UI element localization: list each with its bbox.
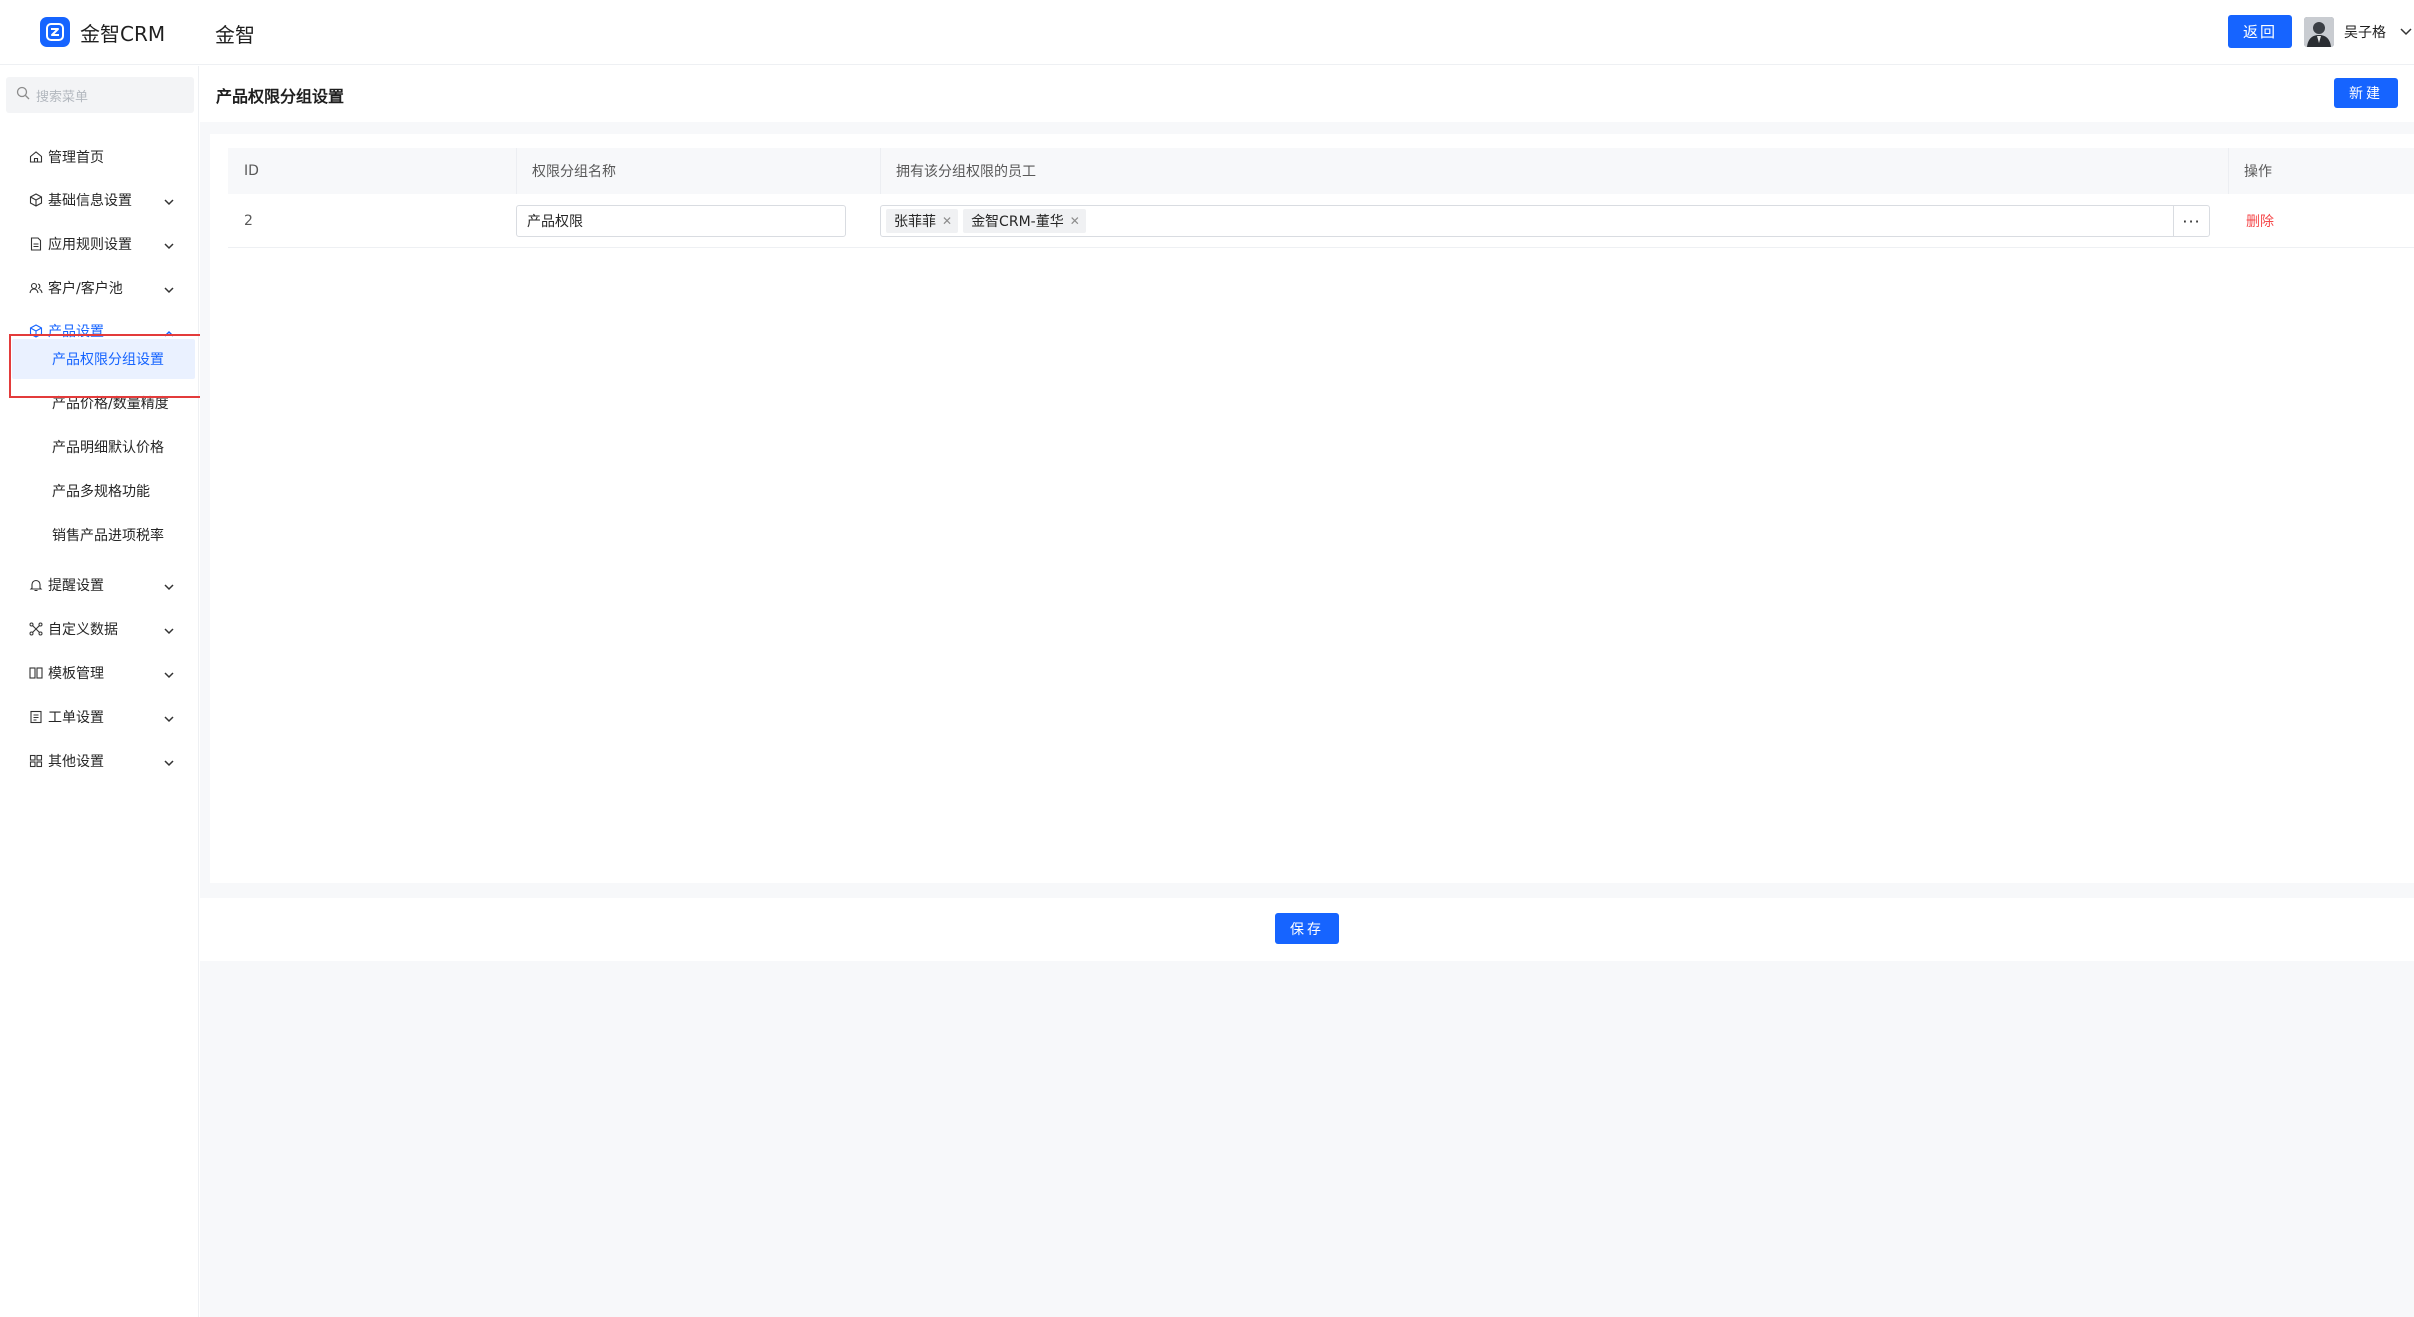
- custom-data-icon: [28, 621, 44, 637]
- column-header-id: ID: [244, 163, 259, 179]
- content-card: ID 权限分组名称 拥有该分组权限的员工 操作 2 产品权限 张菲菲 ✕ 金智C…: [210, 134, 2414, 883]
- sidebar-item-label: 应用规则设置: [48, 237, 132, 253]
- sidebar-item-label: 提醒设置: [48, 578, 104, 594]
- template-icon: [28, 665, 44, 681]
- chevron-down-icon: [164, 238, 174, 254]
- sidebar-item-tickets[interactable]: 工单设置: [0, 699, 199, 735]
- sidebar-item-label: 工单设置: [48, 710, 104, 726]
- group-name-value: 产品权限: [527, 214, 583, 230]
- sidebar-item-label: 产品设置: [48, 324, 104, 340]
- close-icon[interactable]: ✕: [942, 214, 952, 228]
- column-header-employees: 拥有该分组权限的员工: [896, 164, 1036, 180]
- page-titlebar: 产品权限分组设置 新建: [200, 66, 2414, 122]
- employee-select[interactable]: 张菲菲 ✕ 金智CRM-董华 ✕ ···: [880, 205, 2210, 237]
- sidebar-item-app-rules[interactable]: 应用规则设置: [0, 226, 199, 262]
- sidebar-subitem-input-tax-rate[interactable]: 销售产品进项税率: [0, 515, 199, 555]
- chevron-down-icon: [164, 579, 174, 595]
- chevron-down-icon: [164, 755, 174, 771]
- back-button[interactable]: 返回: [2228, 15, 2292, 48]
- bell-icon: [28, 577, 44, 593]
- org-name: 金智: [215, 23, 255, 47]
- sidebar-subitem-price-precision[interactable]: 产品价格/数量精度: [0, 383, 199, 423]
- employee-tag-label: 金智CRM-董华: [971, 214, 1064, 230]
- new-button[interactable]: 新建: [2334, 78, 2398, 108]
- sidebar-subitem-label: 产品多规格功能: [52, 484, 150, 500]
- user-menu[interactable]: 吴子格: [2304, 15, 2412, 48]
- delete-link[interactable]: 删除: [2246, 211, 2274, 231]
- top-header: 金智CRM 金智 返回 吴子格: [0, 0, 2414, 65]
- sidebar-item-reminders[interactable]: 提醒设置: [0, 567, 199, 603]
- sidebar-item-other-settings[interactable]: 其他设置: [0, 743, 199, 779]
- sidebar-subitem-product-permission-groups[interactable]: 产品权限分组设置: [12, 339, 195, 379]
- column-header-actions: 操作: [2244, 164, 2272, 180]
- sidebar-subitem-label: 产品价格/数量精度: [52, 396, 169, 412]
- document-icon: [28, 236, 44, 252]
- sidebar-subitem-multi-spec[interactable]: 产品多规格功能: [0, 471, 199, 511]
- actions-cell: 删除: [2246, 194, 2274, 248]
- more-options-button[interactable]: ···: [2173, 206, 2209, 236]
- user-name: 吴子格: [2344, 24, 2386, 41]
- sidebar-item-label: 其他设置: [48, 754, 104, 770]
- sidebar: 搜索菜单 管理首页 基础信息设置 应用规则设置 客户/客户池 产品设置 产品权限…: [0, 66, 199, 1317]
- sidebar-item-label: 管理首页: [48, 150, 104, 166]
- save-button[interactable]: 保存: [1275, 913, 1339, 944]
- chevron-down-icon: [164, 282, 174, 298]
- menu-search-input[interactable]: 搜索菜单: [6, 77, 194, 113]
- sidebar-item-templates[interactable]: 模板管理: [0, 655, 199, 691]
- sidebar-item-customers[interactable]: 客户/客户池: [0, 270, 199, 306]
- employee-tag: 金智CRM-董华 ✕: [963, 209, 1086, 233]
- table-header: ID 权限分组名称 拥有该分组权限的员工 操作: [228, 148, 2414, 194]
- sidebar-item-label: 自定义数据: [48, 622, 118, 638]
- sidebar-subitem-label: 产品权限分组设置: [52, 352, 164, 368]
- chevron-down-icon[interactable]: [2400, 24, 2412, 40]
- page-title: 产品权限分组设置: [216, 87, 345, 106]
- sidebar-item-label: 模板管理: [48, 666, 104, 682]
- table-row: 2 产品权限 张菲菲 ✕ 金智CRM-董华 ✕ ··· 删除: [228, 194, 2414, 248]
- sidebar-item-custom-data[interactable]: 自定义数据: [0, 611, 199, 647]
- chevron-down-icon: [164, 667, 174, 683]
- footer-bar: 保存: [200, 898, 2414, 961]
- permission-group-table: ID 权限分组名称 拥有该分组权限的员工 操作 2 产品权限 张菲菲 ✕ 金智C…: [228, 148, 2414, 248]
- close-icon[interactable]: ✕: [1070, 214, 1080, 228]
- sidebar-subitem-label: 产品明细默认价格: [52, 440, 164, 456]
- home-icon: [28, 149, 44, 165]
- row-id: 2: [244, 213, 253, 229]
- logo-text: 金智CRM: [80, 21, 166, 46]
- product-icon: [28, 323, 44, 339]
- ticket-icon: [28, 709, 44, 725]
- search-icon: [16, 86, 30, 104]
- sidebar-item-basic-info[interactable]: 基础信息设置: [0, 182, 199, 218]
- sidebar-item-label: 客户/客户池: [48, 281, 123, 297]
- employees-cell: 张菲菲 ✕ 金智CRM-董华 ✕ ···: [880, 194, 2210, 248]
- group-name-input[interactable]: 产品权限: [516, 205, 846, 237]
- sidebar-subitem-label: 销售产品进项税率: [52, 528, 164, 544]
- customers-icon: [28, 280, 44, 296]
- sidebar-item-home[interactable]: 管理首页: [0, 139, 199, 175]
- chevron-down-icon: [164, 711, 174, 727]
- sidebar-subitem-default-price[interactable]: 产品明细默认价格: [0, 427, 199, 467]
- chevron-down-icon: [164, 194, 174, 210]
- employee-tag: 张菲菲 ✕: [886, 209, 959, 233]
- search-placeholder: 搜索菜单: [36, 89, 89, 105]
- group-name-cell: 产品权限: [516, 194, 846, 248]
- chevron-down-icon: [164, 623, 174, 639]
- logo-icon: [40, 17, 70, 47]
- employee-tag-label: 张菲菲: [894, 214, 936, 230]
- cube-icon: [28, 192, 44, 208]
- avatar: [2304, 16, 2334, 47]
- grid-icon: [28, 753, 44, 769]
- column-header-group-name: 权限分组名称: [532, 164, 616, 180]
- app-logo[interactable]: 金智CRM: [40, 17, 165, 47]
- main-content: 产品权限分组设置 新建 ID 权限分组名称 拥有该分组权限的员工 操作 2 产品…: [200, 66, 2414, 1317]
- sidebar-item-label: 基础信息设置: [48, 193, 132, 209]
